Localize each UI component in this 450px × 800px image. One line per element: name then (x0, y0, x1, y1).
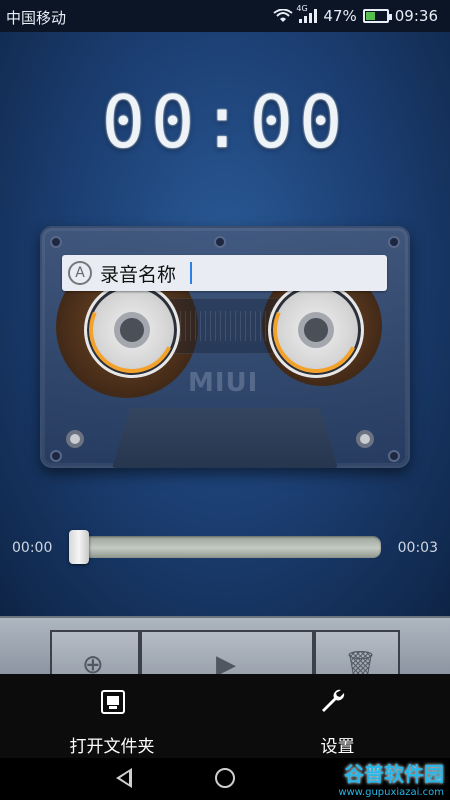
status-bar: 中国移动 4G 47% 09:36 (0, 0, 450, 32)
reel-right-icon (260, 274, 372, 386)
screw-icon (388, 450, 400, 462)
watermark: 谷普软件园 www.gupuxiazai.com (338, 758, 444, 798)
recording-name-field[interactable]: A (62, 255, 387, 291)
screw-icon (388, 236, 400, 248)
status-icons: 4G 47% 09:36 (273, 4, 438, 25)
menu-label-settings: 设置 (320, 737, 355, 757)
menu-item-settings[interactable]: 设置 (225, 674, 450, 758)
delete-button[interactable]: 🗑 (314, 630, 400, 680)
font-a-icon: A (68, 261, 92, 285)
text-caret (190, 262, 192, 284)
folder-icon (98, 686, 128, 716)
clock: 09:36 (394, 7, 438, 25)
add-marker-button[interactable]: ⊕ (50, 630, 140, 680)
home-icon[interactable] (215, 768, 235, 788)
network-type: 4G (296, 4, 308, 13)
battery-percent: 47% (323, 7, 357, 25)
total-time: 00:03 (397, 540, 438, 556)
recording-timer: 00:00 (101, 80, 349, 164)
watermark-url: www.gupuxiazai.com (338, 787, 444, 798)
current-time: 00:00 (12, 540, 53, 556)
screw-icon (214, 236, 226, 248)
cassette-bottom-plate (112, 408, 338, 468)
carrier-label: 中国移动 (6, 9, 67, 27)
recording-name-input[interactable] (100, 262, 360, 284)
gear-icon (66, 430, 84, 448)
signal-icon: 4G (296, 4, 318, 23)
progress-thumb[interactable] (69, 530, 89, 564)
gear-icon (356, 430, 374, 448)
menu-item-open-folder[interactable]: 打开文件夹 (0, 674, 225, 758)
bottom-popup-menu: 打开文件夹 设置 (0, 674, 450, 758)
wrench-icon (318, 686, 348, 716)
play-button[interactable]: ▶ (140, 630, 314, 680)
progress-track[interactable] (72, 536, 381, 558)
battery-icon (362, 9, 392, 23)
back-icon[interactable] (116, 768, 132, 788)
screw-icon (50, 450, 62, 462)
screw-icon (50, 236, 62, 248)
wifi-icon (273, 8, 294, 23)
reel-left-icon (76, 274, 188, 386)
watermark-title: 谷普软件园 (344, 762, 444, 786)
cassette-brand: MIUI (188, 368, 259, 398)
